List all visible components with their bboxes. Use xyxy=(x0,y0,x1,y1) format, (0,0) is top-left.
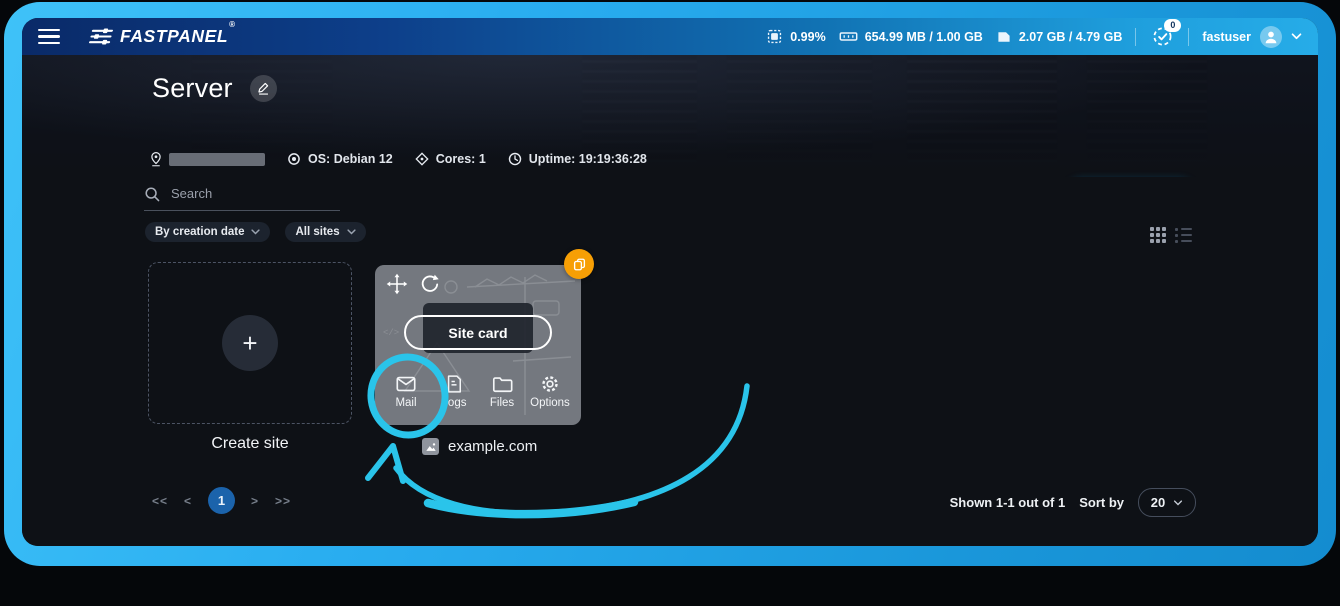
options-action[interactable]: Options xyxy=(526,373,574,409)
mail-action[interactable]: Mail xyxy=(382,373,430,409)
search-field[interactable] xyxy=(144,185,340,211)
site-type-filter-label: All sites xyxy=(295,226,339,238)
plus-icon: + xyxy=(222,315,278,371)
site-domain: example.com xyxy=(448,438,537,455)
chevron-down-icon xyxy=(251,229,260,235)
page-size-select[interactable]: 20 xyxy=(1138,488,1196,517)
move-handle-icon[interactable] xyxy=(386,273,408,295)
location-pin-icon xyxy=(150,151,162,167)
server-info-row: OS: Debian 12 Cores: 1 Uptime: 19:19:36:… xyxy=(150,151,647,167)
hamburger-menu-icon[interactable] xyxy=(38,29,60,45)
pagination-first[interactable]: << xyxy=(152,494,168,508)
search-input[interactable] xyxy=(169,185,333,202)
site-type-filter-dropdown[interactable]: All sites xyxy=(285,222,365,242)
logs-icon xyxy=(444,373,464,395)
server-uptime: Uptime: 19:19:36:28 xyxy=(508,152,647,166)
pagination-page-1[interactable]: 1 xyxy=(208,487,235,514)
disk-icon xyxy=(996,29,1012,45)
chevron-down-icon xyxy=(1173,500,1183,506)
logo-text: FASTPANEL® xyxy=(120,26,236,47)
server-cores: Cores: 1 xyxy=(415,152,486,166)
redacted-ip xyxy=(169,153,265,166)
pagination-next[interactable]: > xyxy=(251,494,259,508)
options-action-label: Options xyxy=(530,397,570,409)
sites-content: By creation date All sites + Create site xyxy=(22,177,1318,546)
ram-icon xyxy=(839,29,858,44)
mail-action-label: Mail xyxy=(395,397,416,409)
files-action-label: Files xyxy=(490,397,514,409)
disk-value: 2.07 GB / 4.79 GB xyxy=(1019,30,1123,44)
filter-row: By creation date All sites xyxy=(145,222,366,242)
files-action[interactable]: Files xyxy=(478,373,526,409)
ram-value: 654.99 MB / 1.00 GB xyxy=(865,30,983,44)
topbar-right: 0.99% 654.99 MB / 1.00 GB 2.07 GB / 4.79… xyxy=(766,24,1302,50)
files-icon xyxy=(491,373,514,395)
username: fastuser xyxy=(1202,30,1251,44)
create-site-card[interactable]: + xyxy=(148,262,352,424)
create-site-card-label: Create site xyxy=(148,435,352,453)
divider xyxy=(1135,28,1136,46)
search-icon xyxy=(144,186,160,202)
topbar: FASTPANEL® 0.99% 654.99 MB / 1.00 GB 2.0… xyxy=(22,18,1318,55)
chevron-down-icon xyxy=(1291,33,1302,40)
options-icon xyxy=(539,373,561,395)
favicon-placeholder-icon xyxy=(422,438,439,455)
user-menu[interactable]: fastuser xyxy=(1202,26,1302,48)
server-ip xyxy=(150,151,265,167)
logs-action[interactable]: Logs xyxy=(430,373,478,409)
logo-equalizer-icon xyxy=(88,27,113,46)
uptime-text: Uptime: 19:19:36:28 xyxy=(529,152,647,166)
edit-icon xyxy=(257,82,270,95)
view-toggles xyxy=(1150,227,1192,243)
copy-site-button[interactable] xyxy=(564,249,594,279)
page-title: Server xyxy=(152,73,233,104)
copy-icon xyxy=(572,257,587,272)
cores-text: Cores: 1 xyxy=(436,152,486,166)
edit-server-name-button[interactable] xyxy=(250,75,277,102)
tasks-button[interactable]: 0 xyxy=(1149,24,1175,50)
sort-by-label: Sort by xyxy=(1079,495,1124,510)
cpu-icon xyxy=(766,28,783,45)
cores-icon xyxy=(415,152,429,166)
ram-stat: 654.99 MB / 1.00 GB xyxy=(839,29,983,44)
pagination: << < 1 > >> xyxy=(152,487,291,514)
refresh-icon[interactable] xyxy=(420,274,440,294)
sort-filter-dropdown[interactable]: By creation date xyxy=(145,222,270,242)
site-card-actions: Mail Logs Files Options xyxy=(375,373,581,409)
os-icon xyxy=(287,152,301,166)
uptime-icon xyxy=(508,152,522,166)
disk-stat: 2.07 GB / 4.79 GB xyxy=(996,29,1123,45)
page: FASTPANEL® 0.99% 654.99 MB / 1.00 GB 2.0… xyxy=(0,0,1340,606)
tasks-badge: 0 xyxy=(1164,19,1181,32)
cpu-stat: 0.99% xyxy=(766,28,825,45)
sort-filter-label: By creation date xyxy=(155,226,244,238)
user-avatar-icon xyxy=(1260,26,1282,48)
brand-logo[interactable]: FASTPANEL® xyxy=(88,26,236,47)
chevron-down-icon xyxy=(347,229,356,235)
registered-mark: ® xyxy=(229,20,236,29)
site-domain-row[interactable]: example.com xyxy=(422,438,537,455)
server-os: OS: Debian 12 xyxy=(287,152,393,166)
os-text: OS: Debian 12 xyxy=(308,152,393,166)
list-view-icon[interactable] xyxy=(1175,228,1192,243)
grid-view-icon[interactable] xyxy=(1150,227,1166,243)
mail-icon xyxy=(394,373,418,395)
site-card-button[interactable]: Site card xyxy=(404,315,552,350)
page-size-value: 20 xyxy=(1151,495,1165,510)
svg-text:</>: </> xyxy=(383,328,399,338)
cpu-value: 0.99% xyxy=(790,30,825,44)
pagination-prev[interactable]: < xyxy=(184,494,192,508)
site-card[interactable]: </> Site card Mail xyxy=(375,265,581,425)
divider xyxy=(1188,28,1189,46)
app-window: FASTPANEL® 0.99% 654.99 MB / 1.00 GB 2.0… xyxy=(22,18,1318,546)
logs-action-label: Logs xyxy=(442,397,467,409)
results-summary-row: Shown 1-1 out of 1 Sort by 20 xyxy=(950,488,1196,517)
site-card-button-label: Site card xyxy=(448,325,507,341)
server-header: Server OS: Debian 12 Cores: 1 xyxy=(22,55,1318,177)
pagination-last[interactable]: >> xyxy=(275,494,291,508)
shown-count: Shown 1-1 out of 1 xyxy=(950,495,1066,510)
